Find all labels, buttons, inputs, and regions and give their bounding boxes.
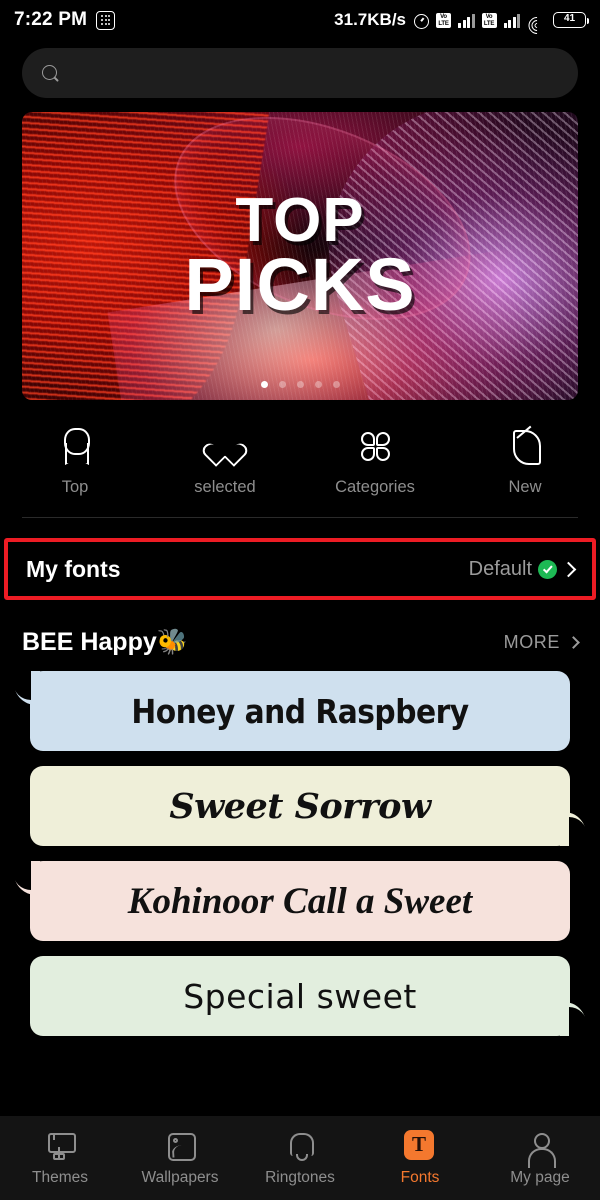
status-bar-left: 7:22 PM — [14, 9, 116, 31]
fonts-app-screen: 7:22 PM 31.7KB/s Vo LTE Vo LTE 41 TOP PI… — [0, 0, 600, 1200]
network-speed: 31.7KB/s — [334, 10, 406, 29]
ribbon-badge-icon — [55, 426, 95, 466]
image-icon — [164, 1130, 196, 1162]
more-label: MORE — [503, 632, 560, 652]
bottom-nav-label-my-page: My page — [510, 1168, 570, 1186]
green-check-icon — [538, 559, 557, 579]
font-card-text: Kohinoor Call a Sweet — [127, 880, 473, 922]
banner-title-line2: PICKS — [184, 243, 416, 327]
search-bar[interactable] — [22, 48, 578, 98]
quick-nav-label-new: New — [508, 478, 542, 496]
banner-title: TOP PICKS — [22, 112, 578, 400]
top-picks-banner[interactable]: TOP PICKS — [22, 112, 578, 400]
signal-bars-sim1 — [458, 13, 475, 28]
leaf-icon — [505, 426, 545, 466]
more-button[interactable]: MORE — [503, 632, 580, 653]
status-bar-clock: 7:22 PM — [14, 9, 88, 30]
banner-section: TOP PICKS — [0, 98, 600, 400]
search-input[interactable] — [71, 64, 558, 82]
font-card-text: Sweet Sorrow — [169, 785, 431, 827]
font-card-sweet-sorrow[interactable]: Sweet Sorrow — [30, 766, 587, 847]
heart-icon — [205, 426, 245, 466]
paint-roller-icon — [44, 1130, 76, 1162]
wifi-icon — [524, 12, 549, 38]
bottom-navigation-bar: Themes Wallpapers Ringtones T Fonts My p… — [0, 1116, 600, 1200]
volte-icon-sim2: Vo LTE — [481, 12, 497, 28]
bee-happy-section-header: BEE Happy🐝 MORE — [0, 600, 600, 657]
battery-indicator: 41 — [553, 12, 590, 28]
bottom-nav-label-themes: Themes — [32, 1168, 88, 1186]
font-card-kohinoor-call-a-sweet[interactable]: Kohinoor Call a Sweet — [13, 860, 570, 941]
my-fonts-value: Default — [468, 557, 532, 580]
bottom-nav-item-themes[interactable]: Themes — [0, 1130, 120, 1187]
bottom-nav-label-wallpapers: Wallpapers — [141, 1168, 219, 1186]
pagination-dot-4[interactable] — [314, 381, 322, 388]
search-icon — [42, 64, 59, 82]
person-icon — [524, 1130, 556, 1168]
chevron-right-icon[interactable] — [560, 561, 577, 577]
my-fonts-highlight-box: My fonts Default — [4, 538, 596, 600]
quick-nav-item-categories[interactable]: Categories — [300, 426, 450, 497]
my-fonts-title: My fonts — [26, 555, 121, 582]
font-card-list: Honey and Raspbery Sweet Sorrow Kohinoor… — [0, 657, 600, 1051]
bottom-nav-label-ringtones: Ringtones — [265, 1168, 335, 1186]
quick-nav: Top selected Categories New — [0, 400, 600, 517]
quick-nav-item-top[interactable]: Top — [0, 426, 150, 497]
banner-title-line1: TOP — [235, 186, 365, 256]
quick-nav-label-selected: selected — [194, 478, 256, 496]
alarm-clock-icon — [413, 12, 429, 29]
pagination-dot-2[interactable] — [278, 381, 286, 388]
pagination-dot-3[interactable] — [296, 381, 304, 388]
banner-pagination-dots[interactable] — [22, 381, 578, 388]
font-card-text: Honey and Raspbery — [131, 691, 469, 731]
quick-nav-label-top: Top — [61, 478, 89, 496]
section-title: BEE Happy🐝 — [22, 628, 188, 656]
bell-icon — [284, 1130, 316, 1162]
quick-nav-item-new[interactable]: New — [450, 426, 600, 497]
bottom-nav-item-wallpapers[interactable]: Wallpapers — [120, 1130, 240, 1187]
bottom-nav-item-my-page[interactable]: My page — [480, 1130, 600, 1187]
status-bar: 7:22 PM 31.7KB/s Vo LTE Vo LTE 41 — [0, 0, 600, 40]
pagination-dot-1[interactable] — [260, 381, 268, 388]
font-card-text: Special sweet — [183, 976, 417, 1016]
volte-icon-sim1: Vo LTE — [436, 12, 451, 28]
quick-nav-item-selected[interactable]: selected — [150, 426, 300, 497]
font-card-honey-and-raspbery[interactable]: Honey and Raspbery — [13, 670, 570, 751]
clover-grid-icon — [355, 426, 395, 466]
status-bar-right: 31.7KB/s Vo LTE Vo LTE 41 — [334, 10, 590, 38]
quick-nav-label-categories: Categories — [335, 478, 415, 496]
dot-grid-icon — [96, 10, 116, 30]
pagination-dot-5[interactable] — [332, 381, 340, 388]
my-fonts-value-group: Default — [468, 557, 577, 581]
signal-bars-sim2 — [503, 13, 520, 28]
bottom-nav-item-fonts[interactable]: T Fonts — [360, 1129, 480, 1187]
font-card-special-sweet[interactable]: Special sweet — [30, 956, 587, 1037]
font-t-icon: T — [404, 1129, 436, 1162]
section-divider — [22, 517, 578, 518]
chevron-right-icon — [567, 636, 580, 649]
bottom-nav-label-fonts: Fonts — [400, 1168, 440, 1186]
bottom-nav-item-ringtones[interactable]: Ringtones — [240, 1130, 360, 1187]
search-section — [0, 40, 600, 98]
font-t-glyph: T — [404, 1129, 434, 1160]
my-fonts-row[interactable]: My fonts Default — [8, 542, 592, 596]
